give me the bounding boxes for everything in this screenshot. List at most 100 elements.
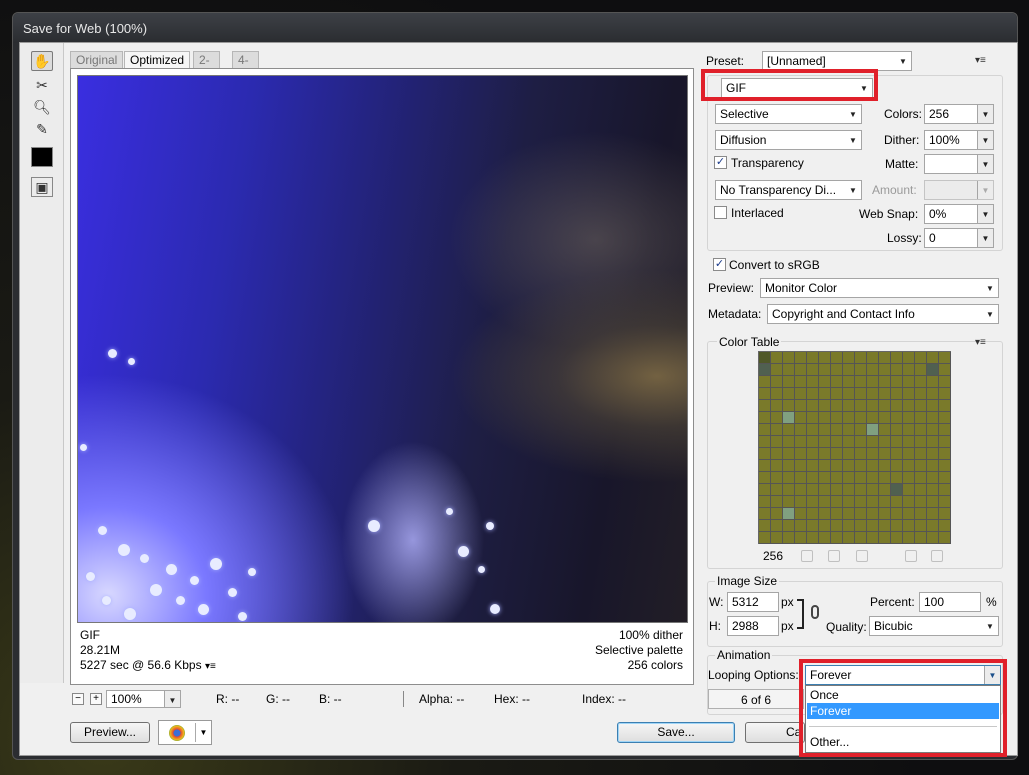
chevron-down-icon: ▼ bbox=[977, 181, 993, 199]
colors-value: 256 bbox=[929, 107, 950, 121]
percent-label: Percent: bbox=[870, 595, 915, 609]
colors-select[interactable]: 256 ▼ bbox=[924, 104, 994, 124]
amount-label: Amount: bbox=[872, 183, 917, 197]
width-input[interactable]: 5312 bbox=[727, 592, 779, 612]
amount-select: ▼ bbox=[924, 180, 994, 200]
transparency-checkbox[interactable]: ✓ bbox=[714, 156, 727, 169]
dialog-client: ✋ ✂ 🔍︎ ✎ ▣ Original Optimized 2-Up 4-Up bbox=[19, 42, 1018, 757]
save-button[interactable]: Save... bbox=[617, 722, 735, 743]
convert-srgb-checkbox[interactable]: ✓ bbox=[713, 258, 726, 271]
image-preview[interactable] bbox=[77, 75, 688, 623]
zoom-tool-icon[interactable]: 🔍︎ bbox=[31, 97, 53, 117]
color-table-grid[interactable] bbox=[758, 351, 951, 544]
width-value: 5312 bbox=[732, 595, 759, 609]
width-unit: px bbox=[781, 595, 794, 609]
preset-label: Preset: bbox=[706, 54, 745, 68]
zoom-in-button[interactable]: + bbox=[90, 693, 102, 705]
status-bar: − + 100% ▼ R: -- G: -- B: -- Alpha: -- H… bbox=[70, 690, 694, 711]
transparency-label: Transparency bbox=[731, 156, 804, 170]
matte-select[interactable]: ▼ bbox=[924, 154, 994, 174]
chevron-down-icon: ▼ bbox=[986, 309, 994, 319]
new-color-icon[interactable] bbox=[905, 550, 917, 562]
web-snap-value: 0% bbox=[929, 207, 947, 221]
chevron-down-icon: ▼ bbox=[164, 691, 180, 707]
zoom-level-select[interactable]: 100% ▼ bbox=[106, 690, 181, 708]
convert-srgb-label: Convert to sRGB bbox=[729, 258, 820, 272]
browser-select[interactable]: ▼ bbox=[158, 720, 212, 745]
info-palette: Selective palette bbox=[594, 643, 683, 657]
height-label: H: bbox=[709, 619, 721, 633]
interlaced-label: Interlaced bbox=[731, 206, 784, 220]
readout-g: G: -- bbox=[266, 692, 290, 706]
eyedropper-tool-icon[interactable]: ✎ bbox=[31, 119, 53, 139]
web-shift-icon[interactable] bbox=[828, 550, 840, 562]
chevron-down-icon: ▼ bbox=[977, 229, 993, 247]
dither-algorithm-select[interactable]: Diffusion ▼ bbox=[715, 130, 862, 150]
optimize-menu-icon[interactable]: ▾≡ bbox=[975, 55, 986, 66]
height-unit: px bbox=[781, 619, 794, 633]
readout-index: Index: -- bbox=[582, 692, 627, 706]
matte-label: Matte: bbox=[885, 157, 919, 171]
preset-select[interactable]: [Unnamed] ▼ bbox=[762, 51, 912, 71]
preset-value: [Unnamed] bbox=[767, 54, 826, 68]
color-table-title: Color Table bbox=[717, 335, 782, 349]
chevron-down-icon: ▼ bbox=[986, 621, 994, 631]
zoom-out-button[interactable]: − bbox=[72, 693, 84, 705]
map-to-transparent-icon[interactable] bbox=[801, 550, 813, 562]
tab-optimized[interactable]: Optimized bbox=[124, 51, 191, 68]
tab-original[interactable]: Original bbox=[70, 51, 124, 68]
delete-color-icon[interactable] bbox=[931, 550, 943, 562]
lossy-label: Lossy: bbox=[887, 231, 922, 245]
hand-tool-icon[interactable]: ✋ bbox=[31, 51, 53, 71]
window-title: Save for Web (100%) bbox=[13, 13, 1017, 43]
preview-select[interactable]: Monitor Color ▼ bbox=[760, 278, 999, 298]
color-reduction-select[interactable]: Selective ▼ bbox=[715, 104, 862, 124]
eyedropper-color-swatch[interactable] bbox=[31, 147, 53, 167]
image-viewport: GIF 28.21M 5227 sec @ 56.6 Kbps ▾≡ 100% … bbox=[70, 68, 694, 685]
dither-algorithm-value: Diffusion bbox=[720, 133, 767, 147]
metadata-select[interactable]: Copyright and Contact Info ▼ bbox=[767, 304, 999, 324]
chevron-down-icon: ▼ bbox=[977, 105, 993, 123]
lossy-select[interactable]: 0 ▼ bbox=[924, 228, 994, 248]
optimized-info-left: GIF 28.21M 5227 sec @ 56.6 Kbps ▾≡ bbox=[80, 628, 216, 674]
readout-r: R: -- bbox=[216, 692, 240, 706]
highlight-format-box bbox=[701, 69, 878, 101]
preview-in-browser-button[interactable]: Preview... bbox=[70, 722, 150, 743]
metadata-label: Metadata: bbox=[708, 307, 762, 321]
lock-color-icon[interactable] bbox=[856, 550, 868, 562]
download-rate-menu-icon[interactable]: ▾≡ bbox=[205, 661, 216, 672]
width-label: W: bbox=[709, 595, 724, 609]
link-icon[interactable] bbox=[811, 605, 819, 619]
readout-hex: Hex: -- bbox=[494, 692, 530, 706]
frame-counter: 6 of 6 bbox=[708, 689, 804, 709]
chevron-down-icon: ▼ bbox=[849, 109, 857, 119]
tab-4-up[interactable]: 4-Up bbox=[232, 51, 260, 81]
chevron-down-icon: ▼ bbox=[849, 135, 857, 145]
tab-2-up[interactable]: 2-Up bbox=[193, 51, 221, 81]
interlaced-checkbox[interactable] bbox=[714, 206, 727, 219]
chevron-down-icon: ▼ bbox=[977, 131, 993, 149]
transparency-dither-select[interactable]: No Transparency Di... ▼ bbox=[715, 180, 862, 200]
lossy-value: 0 bbox=[929, 231, 936, 245]
chevron-down-icon: ▼ bbox=[977, 205, 993, 223]
readout-b: B: -- bbox=[319, 692, 342, 706]
height-value: 2988 bbox=[732, 619, 759, 633]
percent-input[interactable]: 100 bbox=[919, 592, 981, 612]
color-reduction-value: Selective bbox=[720, 107, 769, 121]
cancel-button[interactable]: Ca bbox=[745, 722, 805, 743]
info-size: 28.21M bbox=[80, 643, 121, 657]
toggle-slices-icon[interactable]: ▣ bbox=[31, 177, 53, 197]
quality-select[interactable]: Bicubic ▼ bbox=[869, 616, 999, 636]
highlight-looping-box bbox=[799, 659, 1007, 757]
web-snap-select[interactable]: 0% ▼ bbox=[924, 204, 994, 224]
preview-label: Preview: bbox=[708, 281, 755, 295]
looping-options-label: Looping Options: bbox=[708, 668, 799, 682]
quality-value: Bicubic bbox=[874, 619, 913, 633]
color-table-menu-icon[interactable]: ▾≡ bbox=[975, 337, 986, 348]
height-input[interactable]: 2988 bbox=[727, 616, 779, 636]
quality-label: Quality: bbox=[826, 620, 867, 634]
image-size-group bbox=[707, 581, 1003, 647]
dither-amount-select[interactable]: 100% ▼ bbox=[924, 130, 994, 150]
slice-select-tool-icon[interactable]: ✂ bbox=[31, 75, 53, 95]
preview-value: Monitor Color bbox=[765, 281, 838, 295]
